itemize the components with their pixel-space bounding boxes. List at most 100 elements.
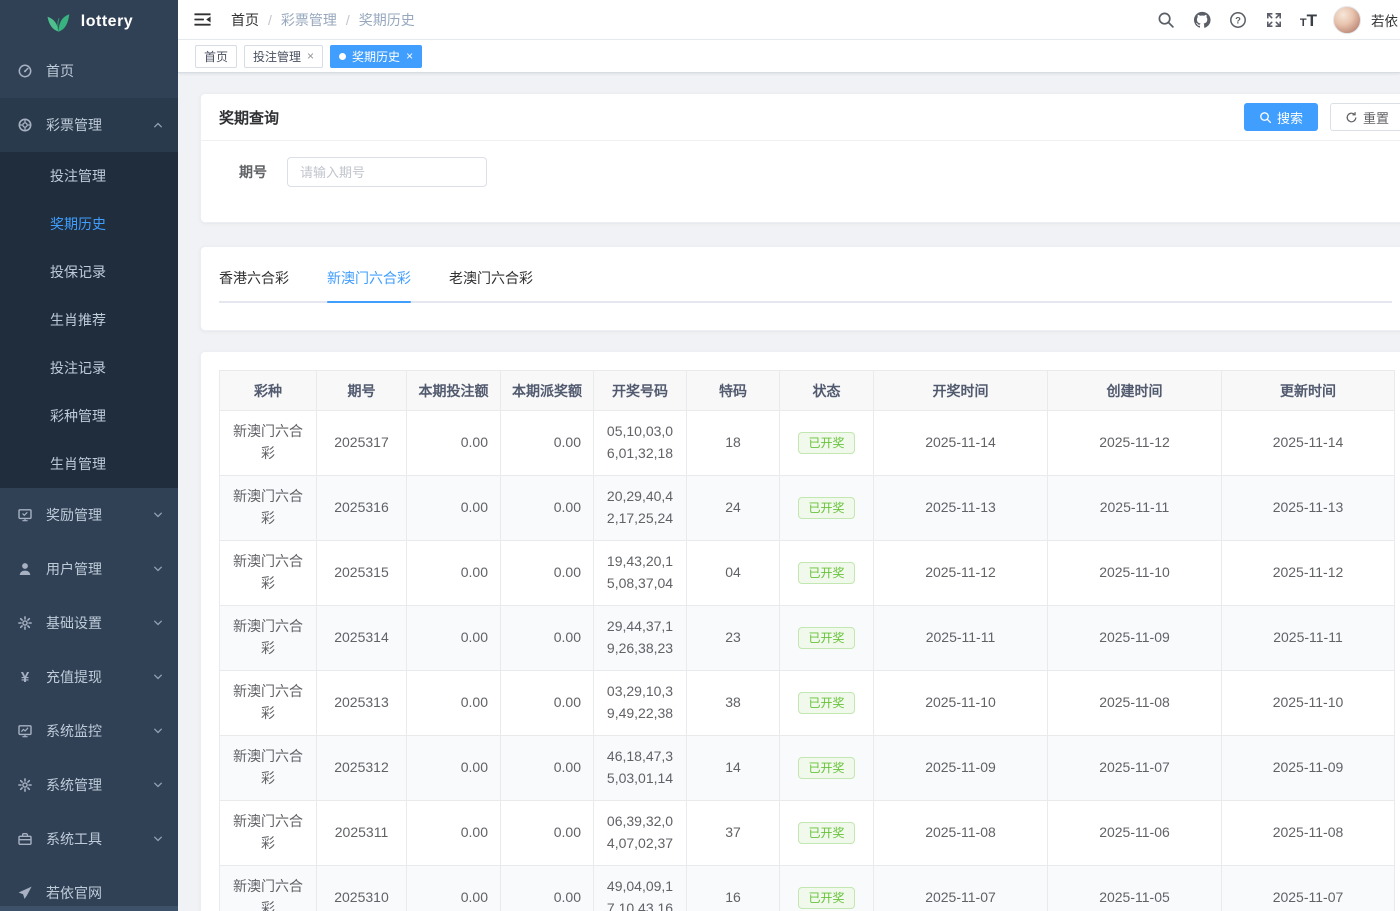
cell-special: 16 xyxy=(687,866,780,911)
period-table: 彩种期号本期投注额本期派奖额开奖号码特码状态开奖时间创建时间更新时间新澳门六合彩… xyxy=(219,370,1395,911)
search-button[interactable]: 搜索 xyxy=(1244,103,1318,131)
column-header-draw_time: 开奖时间 xyxy=(874,371,1048,411)
github-icon[interactable] xyxy=(1192,10,1212,30)
breadcrumb-separator: / xyxy=(268,12,272,28)
cell-numbers: 49,04,09,17,10,43,16 xyxy=(594,866,687,911)
status-badge: 已开奖 xyxy=(798,822,854,844)
tag-close-icon[interactable]: × xyxy=(307,50,314,62)
sidebar-toggle-icon[interactable] xyxy=(193,10,213,30)
cell-period: 2025310 xyxy=(317,866,407,911)
cell-update_time: 2025-11-14 xyxy=(1222,411,1395,476)
status-badge: 已开奖 xyxy=(798,627,854,649)
cell-payout_amount: 0.00 xyxy=(501,476,594,541)
sidebar-item-system-management[interactable]: 系统管理 xyxy=(0,758,178,812)
fullscreen-icon[interactable] xyxy=(1264,10,1284,30)
submenu-lottery-management: 投注管理奖期历史投保记录生肖推荐投注记录彩种管理生肖管理 xyxy=(0,152,178,488)
search-icon[interactable] xyxy=(1156,10,1176,30)
cell-numbers: 29,44,37,19,26,38,23 xyxy=(594,606,687,671)
help-icon[interactable]: ? xyxy=(1228,10,1248,30)
chevron-down-icon xyxy=(152,833,164,845)
table-row: 新澳门六合彩20253110.000.0006,39,32,04,07,02,3… xyxy=(220,801,1395,866)
cell-status: 已开奖 xyxy=(780,606,874,671)
sidebar-item-insure-records[interactable]: 投保记录 xyxy=(0,248,178,296)
cell-status: 已开奖 xyxy=(780,736,874,801)
sidebar-item-label: 系统工具 xyxy=(46,829,152,849)
sidebar-item-label: 基础设置 xyxy=(46,613,152,633)
tag-bet-management[interactable]: 投注管理× xyxy=(244,45,323,68)
column-header-lottery: 彩种 xyxy=(220,371,317,411)
breadcrumb: 首页/彩票管理/奖期历史 xyxy=(231,10,415,30)
sidebar-item-label: 系统管理 xyxy=(46,775,152,795)
tag-home[interactable]: 首页 xyxy=(195,45,237,68)
cell-bet_amount: 0.00 xyxy=(407,606,501,671)
sidebar-item-user-management[interactable]: 用户管理 xyxy=(0,542,178,596)
period-label: 期号 xyxy=(239,162,267,182)
cell-update_time: 2025-11-11 xyxy=(1222,606,1395,671)
cell-numbers: 46,18,47,35,03,01,14 xyxy=(594,736,687,801)
font-size-icon[interactable]: TT xyxy=(1300,12,1317,29)
lottery-tabs-card: 香港六合彩 新澳门六合彩 老澳门六合彩 xyxy=(200,246,1400,331)
table-row: 新澳门六合彩20253140.000.0029,44,37,19,26,38,2… xyxy=(220,606,1395,671)
cell-draw_time: 2025-11-10 xyxy=(874,671,1048,736)
sidebar-item-label: 用户管理 xyxy=(46,559,152,579)
cell-draw_time: 2025-11-14 xyxy=(874,411,1048,476)
reset-button-label: 重置 xyxy=(1363,108,1389,127)
breadcrumb-item[interactable]: 首页 xyxy=(231,10,259,30)
period-input[interactable] xyxy=(287,157,487,187)
sidebar-menu: 首页彩票管理投注管理奖期历史投保记录生肖推荐投注记录彩种管理生肖管理奖励管理用户… xyxy=(0,44,178,911)
cell-create_time: 2025-11-10 xyxy=(1048,541,1222,606)
sidebar-item-label: 若依官网 xyxy=(46,883,164,903)
cell-lottery: 新澳门六合彩 xyxy=(220,411,317,476)
cell-period: 2025316 xyxy=(317,476,407,541)
cell-numbers: 05,10,03,06,01,32,18 xyxy=(594,411,687,476)
user-name[interactable]: 若依 xyxy=(1371,10,1398,30)
cell-update_time: 2025-11-12 xyxy=(1222,541,1395,606)
tag-label: 奖期历史 xyxy=(352,48,400,65)
tag-period-history[interactable]: 奖期历史 × xyxy=(330,45,422,68)
sidebar-item-recharge-withdraw[interactable]: ¥充值提现 xyxy=(0,650,178,704)
sidebar: lottery 首页彩票管理投注管理奖期历史投保记录生肖推荐投注记录彩种管理生肖… xyxy=(0,0,178,911)
table-card: 彩种期号本期投注额本期派奖额开奖号码特码状态开奖时间创建时间更新时间新澳门六合彩… xyxy=(200,351,1400,911)
cell-create_time: 2025-11-11 xyxy=(1048,476,1222,541)
cell-create_time: 2025-11-09 xyxy=(1048,606,1222,671)
cell-payout_amount: 0.00 xyxy=(501,671,594,736)
cell-update_time: 2025-11-10 xyxy=(1222,671,1395,736)
sidebar-item-period-history[interactable]: 奖期历史 xyxy=(0,200,178,248)
table-row: 新澳门六合彩20253150.000.0019,43,20,15,08,37,0… xyxy=(220,541,1395,606)
status-badge: 已开奖 xyxy=(798,887,854,909)
sidebar-item-bet-management[interactable]: 投注管理 xyxy=(0,152,178,200)
reset-button[interactable]: 重置 xyxy=(1330,103,1400,131)
sidebar-item-reward-management[interactable]: 奖励管理 xyxy=(0,488,178,542)
cell-status: 已开奖 xyxy=(780,801,874,866)
sidebar-item-bet-records[interactable]: 投注记录 xyxy=(0,344,178,392)
sidebar-item-zodiac-recommend[interactable]: 生肖推荐 xyxy=(0,296,178,344)
cell-lottery: 新澳门六合彩 xyxy=(220,671,317,736)
tab-hk-lottery[interactable]: 香港六合彩 xyxy=(219,268,289,301)
sidebar-item-basic-settings[interactable]: 基础设置 xyxy=(0,596,178,650)
cell-bet_amount: 0.00 xyxy=(407,866,501,911)
sidebar-item-zodiac-management[interactable]: 生肖管理 xyxy=(0,440,178,488)
breadcrumb-item: 奖期历史 xyxy=(359,10,415,30)
tag-close-icon[interactable]: × xyxy=(406,50,413,62)
search-card-header: 奖期查询 搜索 重置 xyxy=(201,94,1400,141)
sidebar-item-ruoyi-website[interactable]: 若依官网 xyxy=(0,866,178,911)
cell-lottery: 新澳门六合彩 xyxy=(220,866,317,911)
sidebar-item-system-monitor[interactable]: 系统监控 xyxy=(0,704,178,758)
cell-numbers: 20,29,40,42,17,25,24 xyxy=(594,476,687,541)
tab-new-macau-lottery[interactable]: 新澳门六合彩 xyxy=(327,268,411,301)
logo[interactable]: lottery xyxy=(0,0,178,44)
top-navbar: 首页/彩票管理/奖期历史 ? TT 若依 xyxy=(178,0,1400,40)
sidebar-item-lottery-type-management[interactable]: 彩种管理 xyxy=(0,392,178,440)
cell-payout_amount: 0.00 xyxy=(501,736,594,801)
user-avatar[interactable] xyxy=(1333,6,1361,34)
navbar-actions: ? TT 若依 xyxy=(1156,0,1400,40)
search-card-title: 奖期查询 xyxy=(219,107,279,128)
tab-old-macau-lottery[interactable]: 老澳门六合彩 xyxy=(449,268,533,301)
sidebar-item-lottery-management[interactable]: 彩票管理 xyxy=(0,98,178,152)
sidebar-item-system-tools[interactable]: 系统工具 xyxy=(0,812,178,866)
cell-create_time: 2025-11-05 xyxy=(1048,866,1222,911)
cell-update_time: 2025-11-08 xyxy=(1222,801,1395,866)
sidebar-item-home[interactable]: 首页 xyxy=(0,44,178,98)
cell-draw_time: 2025-11-11 xyxy=(874,606,1048,671)
cell-payout_amount: 0.00 xyxy=(501,606,594,671)
